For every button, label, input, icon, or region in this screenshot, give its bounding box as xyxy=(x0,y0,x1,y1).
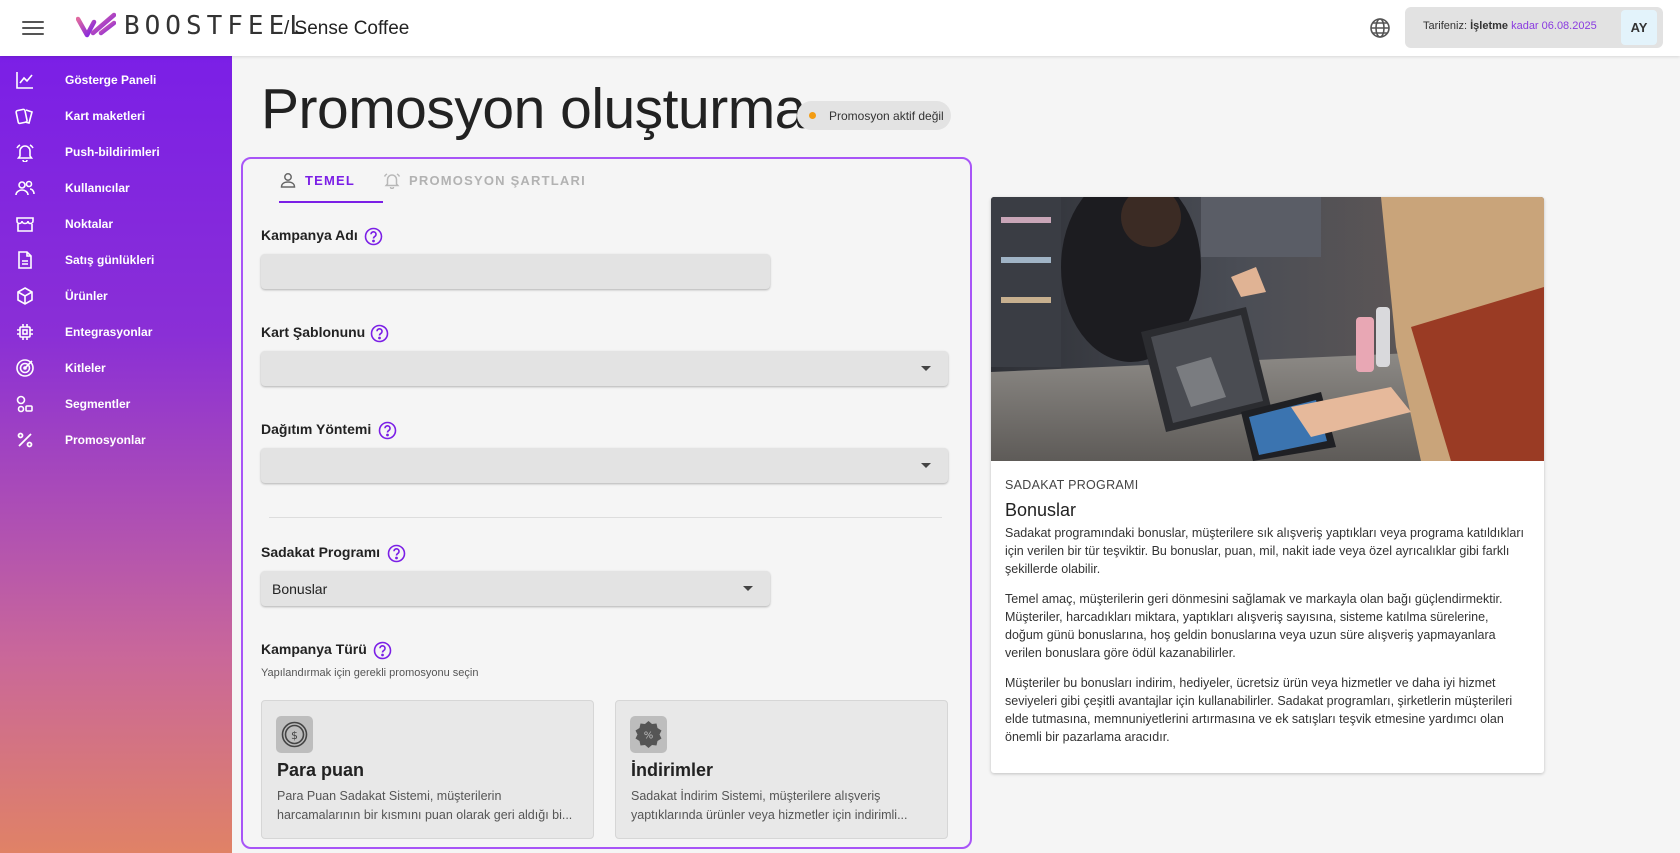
help-icon[interactable] xyxy=(370,324,389,343)
top-bar: BOOSTFEEL / Sense Coffee Tarifeniz: İşle… xyxy=(0,0,1680,56)
sidebar-item-label: Kullanıcılar xyxy=(65,181,130,195)
tab-basic[interactable]: TEMEL xyxy=(279,171,383,203)
sidebar-item-label: Kart maketleri xyxy=(65,109,146,123)
sidebar-item-label: Gösterge Paneli xyxy=(65,73,157,87)
sidebar-item-label: Satış günlükleri xyxy=(65,253,155,267)
cashier-photo xyxy=(991,197,1544,461)
promotion-type-discounts[interactable]: % İndirimler Sadakat İndirim Sistemi, mü… xyxy=(615,700,948,839)
svg-text:%: % xyxy=(644,731,654,742)
loyalty-program-select[interactable]: Bonuslar xyxy=(261,571,770,606)
sidebar-item-label: Entegrasyonlar xyxy=(65,325,153,339)
promotion-type-title: Para puan xyxy=(277,760,365,780)
sidebar-item-sales-logs[interactable]: Satış günlükleri xyxy=(0,243,232,277)
help-icon[interactable] xyxy=(373,641,392,660)
info-paragraph: Sadakat programındaki bonuslar, müşteril… xyxy=(1005,526,1524,576)
tab-label: TEMEL xyxy=(305,173,356,188)
chevron-down-icon xyxy=(921,366,931,371)
sidebar-item-label: Segmentler xyxy=(65,397,131,411)
chevron-down-icon xyxy=(921,463,931,468)
help-icon[interactable] xyxy=(387,544,406,563)
discount-badge-icon: % xyxy=(630,716,667,753)
bell-icon xyxy=(16,144,34,162)
document-icon xyxy=(18,251,32,269)
brand-logo-mark xyxy=(76,12,116,38)
sidebar-item-card-mockups[interactable]: Kart maketleri xyxy=(0,99,232,133)
sidebar-item-label: Kitleler xyxy=(65,361,106,375)
cards-icon xyxy=(15,108,33,125)
store-icon xyxy=(16,217,34,232)
status-badge: Promosyon aktif değil xyxy=(797,101,951,130)
chip-icon xyxy=(17,324,33,340)
campaign-name-input[interactable] xyxy=(261,254,770,289)
promotion-type-desc: Sadakat İndirim Sistemi, müşterilere alı… xyxy=(631,789,908,822)
status-dot-icon xyxy=(809,112,816,119)
info-card: SADAKAT PROGRAMI Bonuslar Sadakat progra… xyxy=(991,197,1544,773)
person-icon xyxy=(280,173,296,188)
users-icon xyxy=(15,180,35,196)
help-icon[interactable] xyxy=(364,227,383,246)
brand-name: BOOSTFEEL xyxy=(124,11,310,41)
sidebar-item-segments[interactable]: Segmentler xyxy=(0,387,232,421)
promotion-type-cashback[interactable]: $ Para puan Para Puan Sadakat Sistemi, m… xyxy=(261,700,594,839)
segments-icon xyxy=(16,395,33,413)
sidebar-item-products[interactable]: Ürünler xyxy=(0,279,232,313)
target-icon xyxy=(16,359,34,377)
plan-text: Tarifeniz: İşletme kadar 06.08.2025 xyxy=(1423,20,1597,32)
promotion-form: TEMEL PROMOSYON ŞARTLARI Kampanya Adı Ka… xyxy=(241,157,972,849)
plan-prefix: Tarifeniz: xyxy=(1423,20,1468,32)
globe-icon[interactable] xyxy=(1368,16,1392,40)
sidebar-item-points[interactable]: Noktalar xyxy=(0,207,232,241)
box-icon xyxy=(17,287,33,305)
brand-logo[interactable]: BOOSTFEEL xyxy=(76,11,310,41)
status-text: Promosyon aktif değil xyxy=(829,109,944,123)
page-title: Promosyon oluşturma xyxy=(261,77,806,141)
divider xyxy=(269,517,942,518)
svg-text:$: $ xyxy=(291,729,298,742)
sidebar-item-integrations[interactable]: Entegrasyonlar xyxy=(0,315,232,349)
chart-line-icon xyxy=(16,72,33,89)
avatar[interactable]: AY xyxy=(1621,10,1657,45)
sidebar: Gösterge Paneli Kart maketleri Push-bild… xyxy=(0,56,232,853)
info-title: Bonuslar xyxy=(1005,500,1077,520)
sidebar-item-push[interactable]: Push-bildirimleri xyxy=(0,135,232,169)
bell-icon xyxy=(383,173,401,189)
campaign-type-hint: Yapılandırmak için gerekli promosyonu se… xyxy=(261,667,479,679)
info-paragraph: Temel amaç, müşterilerin geri dönmesini … xyxy=(1005,592,1503,660)
help-icon[interactable] xyxy=(378,421,397,440)
sidebar-item-dashboard[interactable]: Gösterge Paneli xyxy=(0,63,232,97)
promotion-type-desc: Para Puan Sadakat Sistemi, müşterilerin … xyxy=(277,789,573,822)
sidebar-item-promotions[interactable]: Promosyonlar xyxy=(0,423,232,457)
loyalty-program-value: Bonuslar xyxy=(272,581,328,597)
card-template-select[interactable] xyxy=(261,351,948,386)
card-template-label: Kart Şablonunu xyxy=(261,324,366,340)
sidebar-item-users[interactable]: Kullanıcılar xyxy=(0,171,232,205)
campaign-name-label: Kampanya Adı xyxy=(261,227,358,243)
sidebar-item-label: Ürünler xyxy=(65,289,108,303)
tab-promotion-terms[interactable]: PROMOSYON ŞARTLARI xyxy=(383,171,585,203)
loyalty-program-label: Sadakat Programı xyxy=(261,544,381,560)
breadcrumb[interactable]: / Sense Coffee xyxy=(284,18,409,40)
sidebar-item-label: Push-bildirimleri xyxy=(65,145,160,159)
info-paragraph: Müşteriler bu bonusları indirim, hediyel… xyxy=(1005,676,1513,744)
coin-icon: $ xyxy=(276,716,313,753)
distribution-select[interactable] xyxy=(261,448,948,483)
sidebar-item-audiences[interactable]: Kitleler xyxy=(0,351,232,385)
distribution-label: Dağıtım Yöntemi xyxy=(261,421,372,437)
chevron-down-icon xyxy=(743,586,753,591)
menu-icon[interactable] xyxy=(22,17,44,39)
plan-until: kadar 06.08.2025 xyxy=(1511,20,1597,32)
tab-label: PROMOSYON ŞARTLARI xyxy=(409,173,586,188)
info-overline: SADAKAT PROGRAMI xyxy=(1005,478,1139,492)
sidebar-item-label: Noktalar xyxy=(65,217,114,231)
plan-info[interactable]: Tarifeniz: İşletme kadar 06.08.2025 AY xyxy=(1405,7,1663,48)
sidebar-item-label: Promosyonlar xyxy=(65,433,146,447)
campaign-type-label: Kampanya Türü xyxy=(261,641,367,657)
promotion-type-title: İndirimler xyxy=(631,760,714,780)
plan-name: İşletme xyxy=(1470,20,1509,32)
percent-icon xyxy=(17,432,33,448)
